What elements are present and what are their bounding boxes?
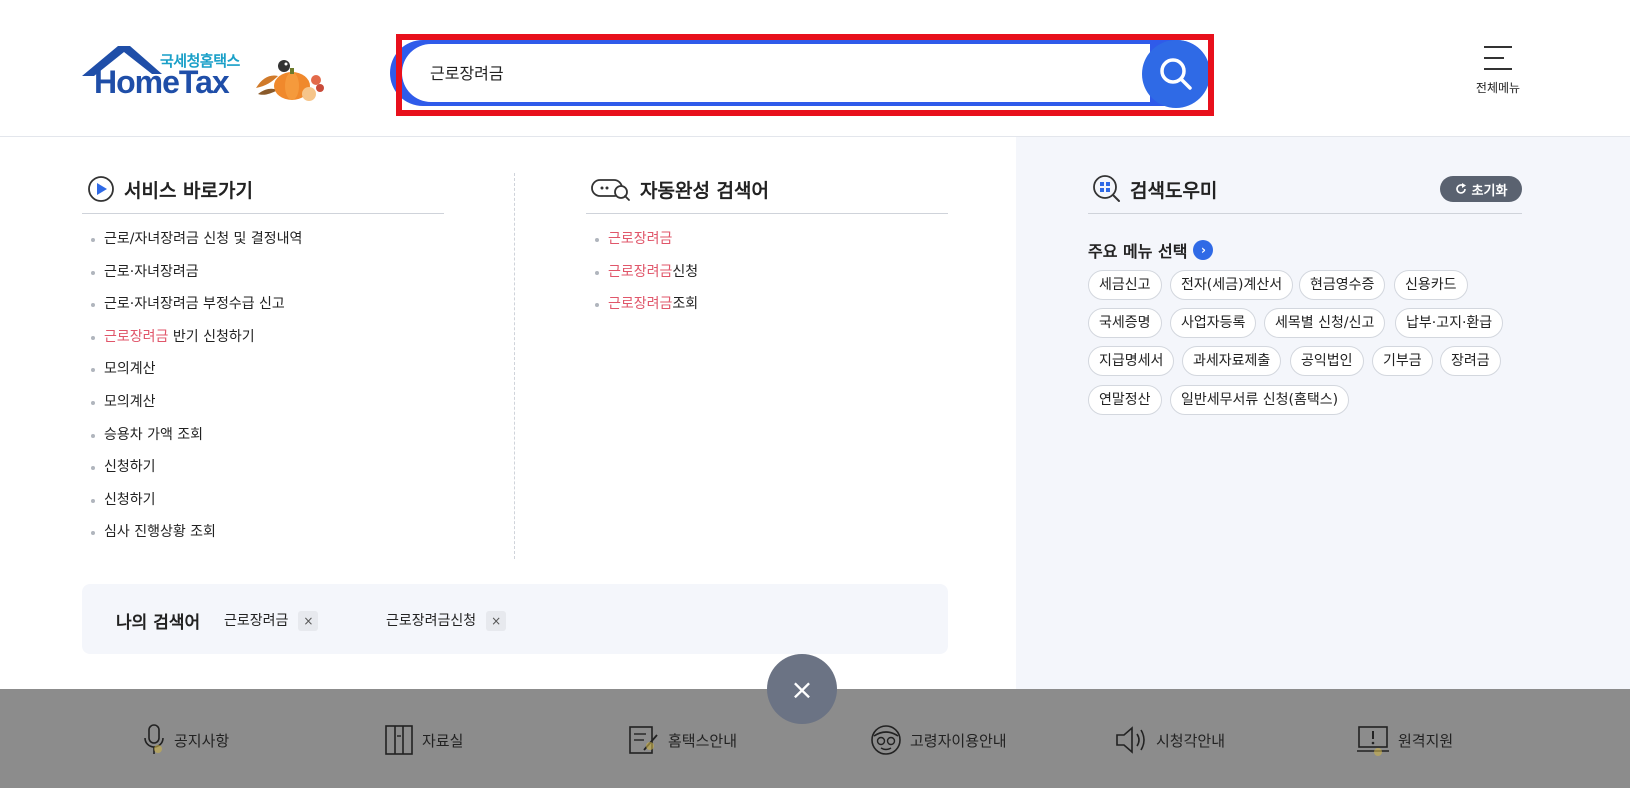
column-divider: [514, 173, 515, 559]
menu-tag[interactable]: 세목별 신청/신고: [1264, 308, 1386, 338]
service-shortcut-item[interactable]: 신청하기: [82, 490, 502, 523]
menu-tag[interactable]: 국세증명: [1088, 308, 1162, 338]
reset-button[interactable]: 초기화: [1440, 176, 1522, 202]
service-shortcut-item[interactable]: 신청하기: [82, 457, 502, 490]
service-shortcut-item[interactable]: 모의계산: [82, 359, 502, 392]
senior-face-icon: [870, 724, 902, 756]
divider: [82, 213, 444, 214]
my-search-terms-box: 나의 검색어 근로장려금 × 근로장려금신청 ×: [82, 584, 948, 654]
all-menu-button[interactable]: 전체메뉴: [1468, 46, 1528, 96]
service-shortcut-item[interactable]: 모의계산: [82, 392, 502, 425]
service-shortcut-item[interactable]: 근로장려금 반기 신청하기: [82, 327, 502, 360]
monitor-alert-icon: [1356, 724, 1390, 756]
document-edit-icon: [628, 724, 660, 756]
hometax-logo[interactable]: 국세청홈택스 HomeTax: [82, 46, 332, 102]
menu-tag[interactable]: 납부·고지·환급: [1395, 308, 1504, 338]
pumpkin-icon: [256, 60, 324, 101]
main-menu-heading: 주요 메뉴 선택 ›: [1088, 238, 1214, 262]
header: 국세청홈택스 HomeTax 전체메뉴: [0, 0, 1630, 137]
search-helper-heading: 검색도우미: [1092, 174, 1217, 204]
chat-search-icon: [590, 174, 632, 204]
close-search-button[interactable]: ×: [767, 654, 837, 724]
service-shortcuts-heading: 서비스 바로가기: [86, 174, 253, 204]
footer-item-archive[interactable]: 자료실: [384, 724, 463, 756]
all-menu-label: 전체메뉴: [1475, 81, 1521, 95]
my-search-term[interactable]: 근로장려금신청 ×: [386, 610, 507, 631]
my-search-label: 나의 검색어: [116, 613, 201, 633]
menu-tag[interactable]: 과세자료제출: [1182, 346, 1282, 376]
divider: [586, 213, 948, 214]
autocomplete-list: 근로장려금 근로장려금신청 근로장려금조회: [586, 229, 946, 327]
autocomplete-item[interactable]: 근로장려금조회: [586, 294, 946, 327]
autocomplete-item[interactable]: 근로장려금신청: [586, 262, 946, 295]
autocomplete-heading: 자동완성 검색어: [590, 174, 769, 204]
autocomplete-item[interactable]: 근로장려금: [586, 229, 946, 262]
my-search-term[interactable]: 근로장려금 ×: [224, 610, 319, 631]
menu-tag[interactable]: 장려금: [1440, 346, 1501, 376]
remove-term-icon[interactable]: ×: [486, 611, 507, 631]
divider: [1088, 213, 1522, 214]
footer-item-hometax-guide[interactable]: 홈택스안내: [628, 724, 737, 756]
service-shortcut-item[interactable]: 승용차 가액 조회: [82, 425, 502, 458]
menu-tag[interactable]: 지급명세서: [1088, 346, 1175, 376]
service-shortcut-item[interactable]: 심사 진행상황 조회: [82, 522, 502, 555]
close-icon: ×: [790, 672, 814, 706]
menu-tag[interactable]: 사업자등록: [1170, 308, 1257, 338]
menu-tag[interactable]: 연말정산: [1088, 385, 1162, 415]
remove-term-icon[interactable]: ×: [298, 611, 319, 631]
service-shortcut-item[interactable]: 근로·자녀장려금 부정수급 신고: [82, 294, 502, 327]
speaker-icon: [1114, 724, 1148, 756]
menu-tag[interactable]: 공익법인: [1290, 346, 1364, 376]
autocomplete-title: 자동완성 검색어: [640, 179, 769, 202]
service-shortcut-item[interactable]: 근로·자녀장려금: [82, 262, 502, 295]
microphone-icon: [142, 724, 166, 756]
footer-item-audiovisual-guide[interactable]: 시청각안내: [1114, 724, 1225, 756]
menu-tag[interactable]: 현금영수증: [1299, 270, 1386, 300]
refresh-icon: [1455, 183, 1467, 195]
service-shortcuts-title: 서비스 바로가기: [124, 179, 253, 202]
logo-title: HomeTax: [94, 64, 230, 100]
menu-tag[interactable]: 세금신고: [1088, 270, 1162, 300]
menu-tag[interactable]: 기부금: [1372, 346, 1433, 376]
bookshelf-icon: [384, 724, 414, 756]
footer-item-notice[interactable]: 공지사항: [142, 724, 229, 756]
chevron-right-icon[interactable]: ›: [1193, 240, 1214, 260]
menu-tag[interactable]: 신용카드: [1394, 270, 1468, 300]
footer-item-remote-support[interactable]: 원격지원: [1356, 724, 1453, 756]
play-circle-icon: [86, 174, 116, 204]
menu-tag[interactable]: 전자(세금)계산서: [1170, 270, 1294, 300]
menu-tag[interactable]: 일반세무서류 신청(홈택스): [1170, 385, 1350, 415]
search-helper-title: 검색도우미: [1130, 179, 1218, 202]
footer-item-senior-guide[interactable]: 고령자이용안내: [870, 724, 1007, 756]
annotation-highlight-box: [396, 34, 1214, 116]
hamburger-icon: [1484, 46, 1512, 70]
service-shortcut-item[interactable]: 근로/자녀장려금 신청 및 결정내역: [82, 229, 502, 262]
service-shortcut-list: 근로/자녀장려금 신청 및 결정내역 근로·자녀장려금 근로·자녀장려금 부정수…: [82, 229, 502, 555]
grid-search-icon: [1092, 174, 1122, 204]
